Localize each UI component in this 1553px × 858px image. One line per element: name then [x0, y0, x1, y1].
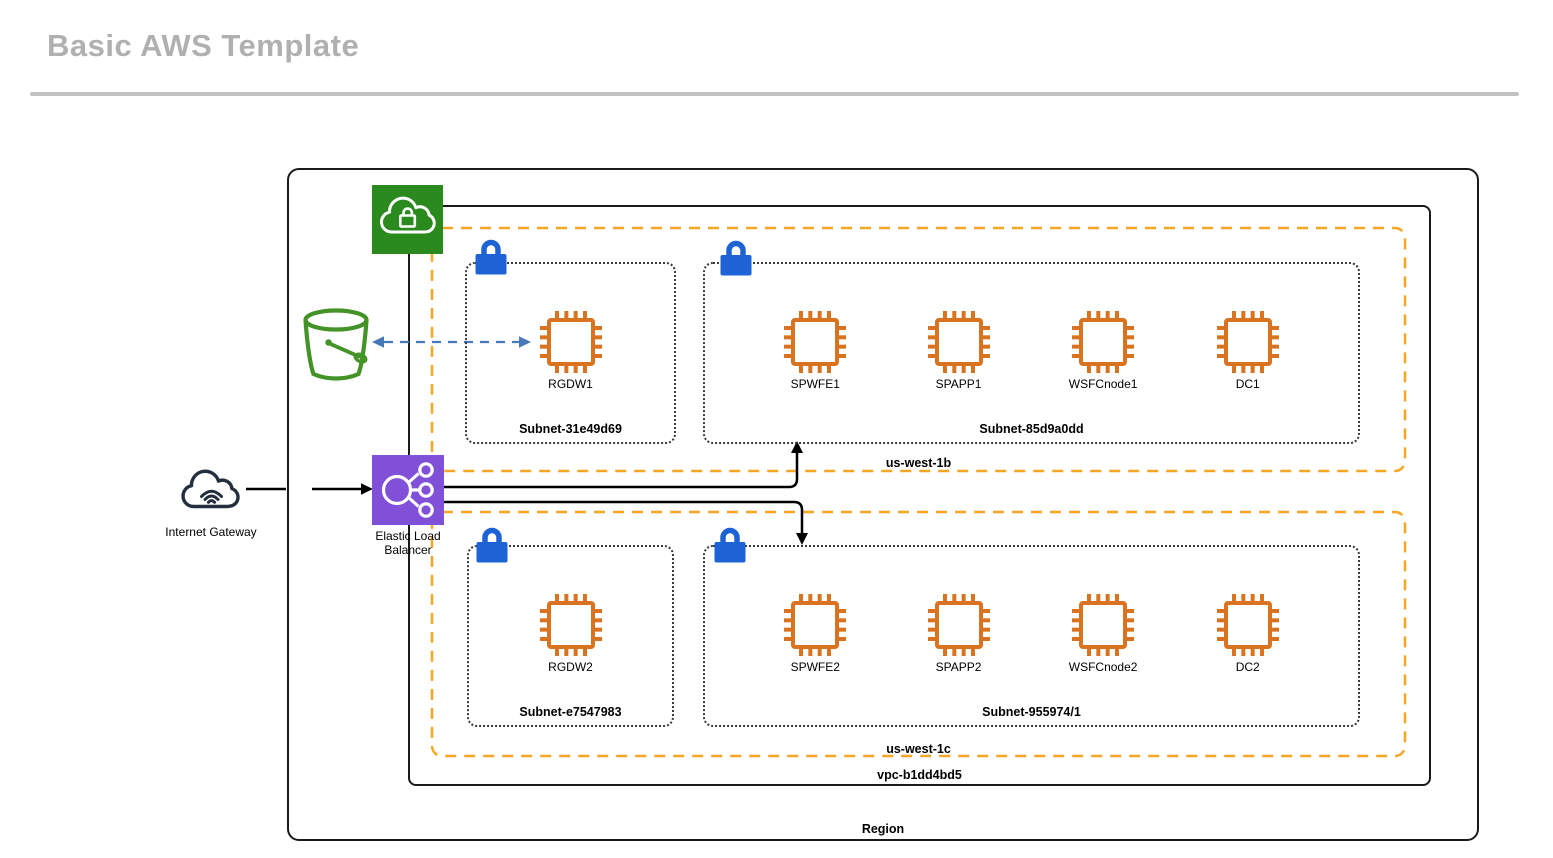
lock-icon[interactable]: [713, 526, 747, 564]
elastic-load-balancer-label: Elastic Load Balancer: [364, 529, 452, 557]
subnet-label: Subnet-31e49d69: [467, 422, 674, 436]
ec2-instance[interactable]: WSFCnode1: [1069, 309, 1138, 391]
subnet-label: Subnet-85d9a0dd: [705, 422, 1358, 436]
instance-label: SPWFE2: [791, 660, 840, 674]
ec2-instance-icon: [782, 309, 848, 375]
instance-label: WSFCnode2: [1069, 660, 1138, 674]
subnet-label: Subnet-955974/1: [705, 705, 1358, 719]
elastic-load-balancer-icon[interactable]: [372, 455, 444, 525]
instance-label: RGDW2: [548, 660, 593, 674]
instance-label: SPAPP1: [936, 377, 982, 391]
ec2-instance-icon: [926, 309, 992, 375]
instance-label: SPWFE1: [791, 377, 840, 391]
internet-gateway-label: Internet Gateway: [151, 525, 271, 539]
subnet-box-31e49d69[interactable]: RGDW1 Subnet-31e49d69: [465, 262, 676, 444]
lock-icon[interactable]: [719, 239, 753, 277]
lock-icon[interactable]: [475, 526, 509, 564]
ec2-instance-icon: [538, 592, 604, 658]
ec2-instance[interactable]: RGDW2: [538, 592, 604, 674]
subnet-box-955974-1[interactable]: SPWFE2 SPAPP2 WSFCnode2 DC2 Subnet-955974/1: [703, 545, 1360, 727]
ec2-instance[interactable]: WSFCnode2: [1069, 592, 1138, 674]
ec2-instance-icon: [1215, 592, 1281, 658]
ec2-instance[interactable]: DC1: [1215, 309, 1281, 391]
instance-label: DC1: [1236, 377, 1260, 391]
ec2-instance-icon: [926, 592, 992, 658]
region-label: Region: [289, 822, 1477, 836]
ec2-instance[interactable]: SPAPP1: [926, 309, 992, 391]
ec2-instance-icon: [538, 309, 604, 375]
ec2-instance-icon: [782, 592, 848, 658]
vpc-cloud-lock-icon[interactable]: [372, 185, 443, 254]
ec2-instance[interactable]: RGDW1: [538, 309, 604, 391]
instance-label: DC2: [1236, 660, 1260, 674]
subnet-box-85d9a0dd[interactable]: SPWFE1 SPAPP1 WSFCnode1 DC1 Subnet-85d9a0dd: [703, 262, 1360, 444]
instance-label: WSFCnode1: [1069, 377, 1138, 391]
instance-label: SPAPP2: [936, 660, 982, 674]
ec2-instance[interactable]: DC2: [1215, 592, 1281, 674]
ec2-instance-icon: [1215, 309, 1281, 375]
ec2-instance[interactable]: SPWFE1: [782, 309, 848, 391]
availability-zone-1b-label: us-west-1b: [432, 456, 1405, 470]
subnet-label: Subnet-e7547983: [469, 705, 672, 719]
lock-icon[interactable]: [474, 238, 508, 276]
ec2-instance-icon: [1070, 592, 1136, 658]
internet-gateway-icon[interactable]: [178, 460, 246, 514]
instance-label: RGDW1: [548, 377, 593, 391]
title-divider: [30, 92, 1519, 96]
subnet-box-e7547983[interactable]: RGDW2 Subnet-e7547983: [467, 545, 674, 727]
page-title: Basic AWS Template: [47, 28, 359, 64]
availability-zone-1c-label: us-west-1c: [432, 742, 1405, 756]
ec2-instance[interactable]: SPAPP2: [926, 592, 992, 674]
ec2-instance-icon: [1070, 309, 1136, 375]
vpc-label: vpc-b1dd4bd5: [410, 768, 1429, 782]
s3-bucket-icon[interactable]: [299, 306, 373, 386]
ec2-instance[interactable]: SPWFE2: [782, 592, 848, 674]
